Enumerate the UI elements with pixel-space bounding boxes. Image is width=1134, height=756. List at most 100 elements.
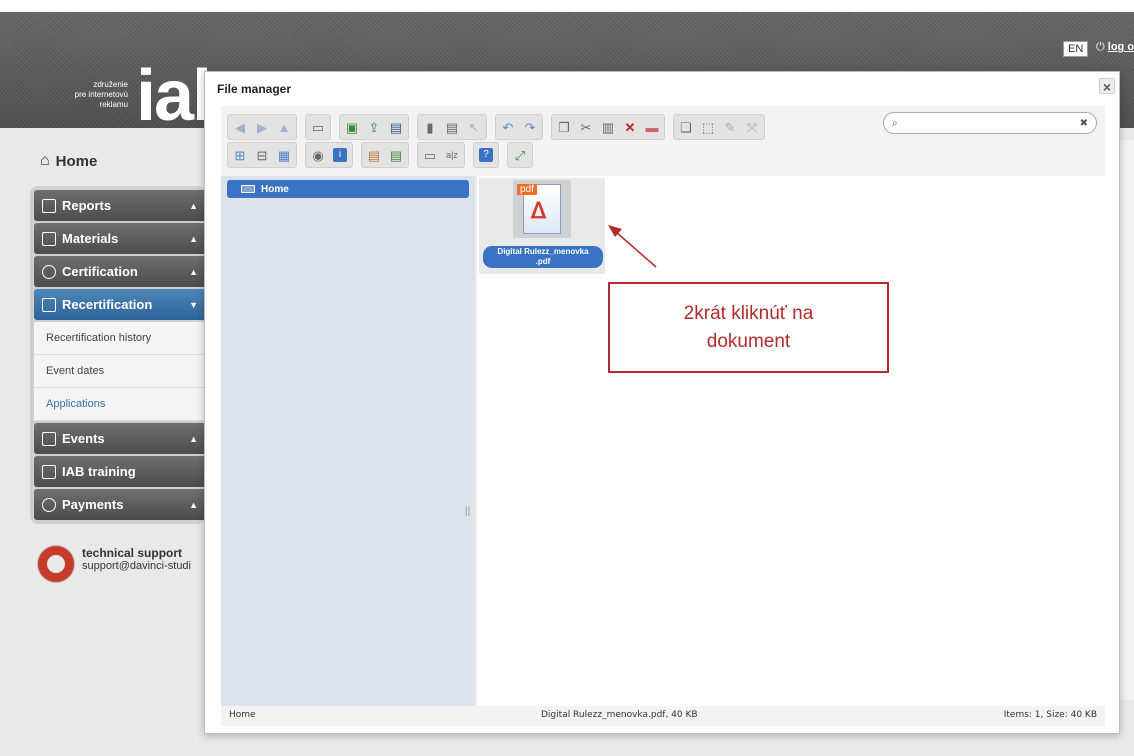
view-group: ⊞ ⊟ ▦ [227, 142, 297, 168]
lifebuoy-icon [38, 546, 74, 582]
power-icon: ⏻ [1096, 41, 1105, 53]
resize-icon[interactable]: ⤧ [742, 117, 762, 137]
fullscreen-icon[interactable]: ⤢ [510, 145, 530, 165]
chevron-up-icon: ▲ [189, 266, 198, 277]
select-icon[interactable]: ↖ [464, 117, 484, 137]
pdf-file-icon: pdf ᐃ [513, 180, 571, 238]
resize-handle[interactable]: || [465, 506, 470, 517]
undo-group: ↶ ↷ [495, 114, 543, 140]
annotation-line-2: dokument [706, 330, 791, 352]
toolbar: ◀ ▶ ▲ ▭ ▣ ⇪ ▤ ▮ ▤ ↖ ↶ ↷ ❐ ✂ ▥ ✕ ▬ ❏ ⬚ ✎ … [221, 106, 1105, 176]
sidebar-item-iab-training[interactable]: IAB training [34, 456, 206, 487]
network-icon[interactable]: ▭ [308, 117, 328, 137]
details-view-icon[interactable]: ▦ [274, 145, 294, 165]
acrobat-icon: ᐃ [531, 198, 547, 223]
status-summary: Items: 1, Size: 40 KB [1003, 710, 1097, 720]
archive-icon[interactable]: ▤ [386, 145, 406, 165]
support-email[interactable]: support@davinci-studi [82, 560, 191, 572]
sidebar-item-materials[interactable]: Materials ▲ [34, 223, 206, 254]
logout-link[interactable]: ⏻ log out [1096, 41, 1134, 54]
copy-icon[interactable]: ❐ [554, 117, 574, 137]
file-manager: ◀ ▶ ▲ ▭ ▣ ⇪ ▤ ▮ ▤ ↖ ↶ ↷ ❐ ✂ ▥ ✕ ▬ ❏ ⬚ ✎ … [221, 106, 1105, 726]
home-label: Home [55, 152, 98, 170]
text-file-icon[interactable]: ▭ [420, 145, 440, 165]
presentation-icon [42, 464, 56, 479]
extract-icon[interactable]: ▤ [364, 145, 384, 165]
dialog-title: File manager [217, 82, 292, 96]
delete-icon[interactable]: ✕ [620, 117, 640, 137]
sidebar-item-certification[interactable]: Certification ▲ [34, 256, 206, 287]
submenu-item-event-dates[interactable]: Event dates [34, 355, 206, 388]
calendar-icon [42, 431, 56, 446]
empty-icon[interactable]: ▬ [642, 117, 662, 137]
sort-group: ▭ a|z [417, 142, 465, 168]
file-group: ▣ ⇪ ▤ [339, 114, 409, 140]
save-icon[interactable]: ▤ [386, 117, 406, 137]
badge-icon [42, 264, 56, 279]
close-icon[interactable]: × [1099, 78, 1115, 95]
folder-tree: Home || [221, 176, 475, 706]
calendar-check-icon [42, 297, 56, 312]
sidebar-item-label: Events [62, 431, 105, 446]
recertification-submenu: Recertification history Event dates Appl… [34, 322, 206, 421]
info-group: ◉ i [305, 142, 353, 168]
help-icon[interactable]: ? [476, 145, 496, 165]
rename-icon[interactable]: ⬚ [698, 117, 718, 137]
tree-item-home[interactable]: Home [227, 180, 469, 198]
edit-file-icon[interactable]: ✎ [720, 117, 740, 137]
help-group: ? [473, 142, 499, 168]
icons-view-icon[interactable]: ⊞ [230, 145, 250, 165]
sidebar-item-reports[interactable]: Reports ▲ [34, 190, 206, 221]
annotation-line-1: 2krát kliknúť na [683, 302, 814, 324]
file-list: pdf ᐃ Digital Rulezz_menovka .pdf [477, 176, 1105, 706]
fullscreen-group: ⤢ [507, 142, 533, 168]
up-icon[interactable]: ▲ [274, 117, 294, 137]
search-box[interactable]: ⌕ ✖ [883, 112, 1097, 134]
sidebar-item-label: Reports [62, 198, 112, 213]
status-selection: Digital Rulezz_menovka.pdf, 40 KB [541, 710, 698, 720]
submenu-item-applications[interactable]: Applications [34, 388, 206, 421]
search-input[interactable] [908, 117, 1069, 129]
sidebar-item-events[interactable]: Events ▲ [34, 423, 206, 454]
open-icon[interactable]: ▮ [420, 117, 440, 137]
paste-icon[interactable]: ▥ [598, 117, 618, 137]
sidebar-item-recertification[interactable]: Recertification ▼ [34, 289, 206, 320]
file-manager-dialog: File manager × ◀ ▶ ▲ ▭ ▣ ⇪ ▤ ▮ ▤ ↖ ↶ ↷ ❐… [204, 71, 1120, 734]
support-title: technical support [82, 546, 183, 560]
sidebar-item-label: Materials [62, 231, 119, 246]
sort-icon[interactable]: a|z [442, 145, 462, 165]
new-folder-icon[interactable]: ▣ [342, 117, 362, 137]
chevron-up-icon: ▲ [189, 233, 198, 244]
submenu-item-history[interactable]: Recertification history [34, 322, 206, 355]
sidebar-item-label: Payments [62, 497, 124, 512]
nav-group: ◀ ▶ ▲ [227, 114, 297, 140]
chevron-up-icon: ▲ [189, 433, 198, 444]
download-icon[interactable]: ▤ [442, 117, 462, 137]
home-link[interactable]: ⌂ Home [40, 152, 97, 170]
duplicate-icon[interactable]: ❏ [676, 117, 696, 137]
clear-icon[interactable]: ✖ [1080, 118, 1088, 129]
upload-icon[interactable]: ⇪ [364, 117, 384, 137]
chevron-up-icon: ▲ [189, 499, 198, 510]
tools-group: ❏ ⬚ ✎ ⤧ [673, 114, 765, 140]
back-icon[interactable]: ◀ [230, 117, 250, 137]
redo-icon[interactable]: ↷ [520, 117, 540, 137]
sidebar-item-payments[interactable]: Payments ▲ [34, 489, 206, 520]
list-view-icon[interactable]: ⊟ [252, 145, 272, 165]
logo-tagline-line: pre internetovú [74, 90, 128, 99]
info-icon[interactable]: i [330, 145, 350, 165]
folder-icon [42, 231, 56, 246]
file-item[interactable]: pdf ᐃ Digital Rulezz_menovka .pdf [479, 178, 605, 274]
file-name-line: Digital Rulezz_menovka [497, 247, 589, 256]
language-switch[interactable]: EN [1063, 41, 1089, 57]
preview-icon[interactable]: ◉ [308, 145, 328, 165]
forward-icon[interactable]: ▶ [252, 117, 272, 137]
logout-label: log out [1107, 41, 1134, 53]
search-icon: ⌕ [892, 117, 898, 129]
coin-icon [42, 497, 56, 512]
drive-icon [241, 185, 255, 193]
cut-icon[interactable]: ✂ [576, 117, 596, 137]
logo-tagline-line: reklamu [99, 100, 128, 109]
undo-icon[interactable]: ↶ [498, 117, 518, 137]
sidebar-item-label: IAB training [62, 464, 136, 479]
